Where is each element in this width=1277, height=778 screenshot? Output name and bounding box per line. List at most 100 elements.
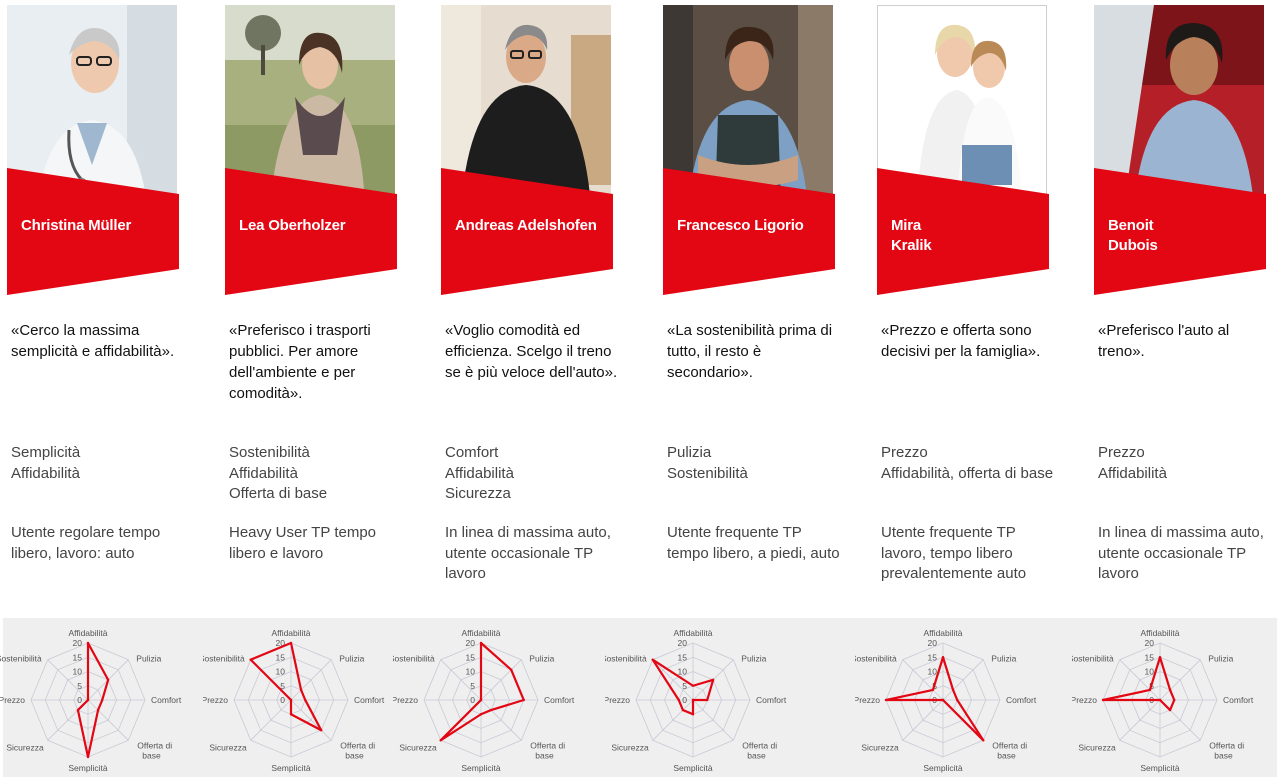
name-banner: Benoit Dubois	[1094, 168, 1266, 295]
radar-axis-label: Prezzo	[393, 695, 418, 705]
radar-point	[320, 729, 323, 732]
persona-needs: Sostenibilità Affidabilità Offerta di ba…	[229, 444, 328, 502]
persona-name: Mira Kralik	[891, 217, 932, 254]
radar-svg: 20151050AffidabilitàPuliziaComfortOffert…	[855, 628, 1037, 773]
radar-axis-label: Semplicità	[271, 763, 310, 773]
persona-quote: «Voglio comodità ed efficienza. Scelgo i…	[445, 322, 618, 381]
radar-axis-label: Prezzo	[0, 695, 25, 705]
radar-series-line	[249, 641, 323, 732]
persona-quote: «Preferisco l'auto al treno».	[1098, 322, 1230, 360]
radar-point	[86, 755, 90, 759]
radar-point	[479, 641, 483, 645]
name-banner: Christina Müller	[7, 168, 179, 295]
persona-quote: «Preferisco i trasporti pubblici. Per am…	[229, 322, 371, 402]
radar-tick-label: 0	[682, 695, 687, 705]
persona-needs: Comfort Affidabilità Sicurezza	[445, 444, 514, 502]
persona-card: Francesco Ligorio «La sostenibilità prim…	[663, 0, 863, 610]
radar-tick-label: 20	[928, 638, 938, 648]
radar-axis-label: Pulizia	[741, 654, 766, 664]
radar-axis-label: Sicurezza	[611, 742, 649, 752]
persona-usage: Utente frequente TP tempo libero, a pied…	[667, 524, 840, 562]
radar-point	[1168, 688, 1172, 692]
radar-axis-label: Sostenibilità	[605, 654, 647, 664]
radar-chart: 20 15 10 5 0 Affidabilità Pulizia Comfort Offert…	[0, 618, 210, 777]
radar-point	[522, 698, 525, 702]
radar-point	[86, 698, 90, 702]
radar-point	[651, 658, 654, 661]
radar-axis-label: Prezzo	[855, 695, 880, 705]
radar-tick-label: 10	[466, 667, 476, 677]
persona-usage: Utente regolare tempo libero, lavoro: au…	[11, 524, 161, 562]
radar-axis-label: Semplicità	[1140, 763, 1179, 773]
radar-tick-label: 15	[276, 652, 286, 662]
radar-svg: 20151050AffidabilitàPuliziaComfortOffert…	[393, 628, 575, 773]
radar-tick-label: 0	[470, 695, 475, 705]
radar-axis-label: Comfort	[756, 695, 787, 705]
radar-axis-label: Sicurezza	[6, 742, 44, 752]
radar-tick-label: 0	[280, 695, 285, 705]
radar-tick-label: 15	[466, 652, 476, 662]
radar-axis-label: Pulizia	[136, 654, 161, 664]
persona-name: Benoit Dubois	[1108, 217, 1158, 254]
radar-point	[479, 698, 483, 702]
radar-tick-label: 0	[77, 695, 82, 705]
radar-tick-label: 15	[1145, 652, 1155, 662]
radar-point	[691, 698, 695, 702]
radar-chart: 20 15 10 5 0 Affidabilità Pulizia Comfort Offert…	[393, 618, 603, 777]
radar-axis-label: Pulizia	[1208, 654, 1233, 664]
radar-point	[96, 708, 100, 712]
radar-axis-label: Semplicità	[923, 763, 962, 773]
radar-svg: 20151050AffidabilitàPuliziaComfortOffert…	[1072, 628, 1254, 773]
radar-point	[479, 713, 483, 716]
radar-point	[1158, 656, 1162, 659]
radar-point	[691, 713, 695, 716]
persona-card: Andreas Adelshofen «Voglio comodità ed e…	[441, 0, 641, 610]
radar-axis-label: Prezzo	[203, 695, 228, 705]
radar-point	[289, 713, 293, 716]
persona-needs: Pulizia Sostenibilità	[667, 444, 748, 482]
persona-name: Francesco Ligorio	[677, 217, 804, 234]
radar-point	[106, 678, 110, 682]
radar-axis-label: Sicurezza	[1078, 742, 1116, 752]
radar-point	[982, 739, 985, 742]
persona-quote: «La sostenibilità prima di tutto, il res…	[667, 322, 833, 381]
radar-point	[489, 708, 493, 712]
radar-axis-label: Sostenibilità	[855, 654, 897, 664]
radar-tick-label: 15	[928, 652, 938, 662]
radar-tick-label: 5	[77, 681, 82, 691]
radar-chart: 20 15 10 5 0 Affidabilità Pulizia Comfort Offert…	[855, 618, 1065, 777]
persona-name: Lea Oberholzer	[239, 217, 346, 234]
radar-axis-label: Semplicità	[461, 763, 500, 773]
persona-usage: Utente frequente TP lavoro, tempo libero…	[881, 524, 1027, 582]
radar-point	[76, 708, 80, 712]
persona-card: Mira Kralik «Prezzo e offerta sono decis…	[877, 0, 1077, 610]
radar-axis-label: Pulizia	[991, 654, 1016, 664]
radar-tick-label: 10	[1145, 667, 1155, 677]
radar-point	[1158, 698, 1162, 702]
radar-axis-label: Affidabilità	[1140, 628, 1179, 638]
radar-axis-label: Comfort	[151, 695, 182, 705]
radar-tick-label: 20	[1145, 638, 1155, 648]
radar-tick-label: 5	[470, 681, 475, 691]
radar-axis-label: Offerta di base	[742, 740, 777, 760]
radar-axis-label: Comfort	[354, 695, 385, 705]
radar-axis-label: Sicurezza	[861, 742, 899, 752]
radar-axis-label: Affidabilità	[271, 628, 310, 638]
persona-quote: «Prezzo e offerta sono decisivi per la f…	[881, 322, 1041, 360]
radar-axis-label: Sostenibilità	[203, 654, 245, 664]
radar-point	[941, 656, 945, 659]
radar-point	[941, 698, 945, 702]
radar-axis-label: Comfort	[1006, 695, 1037, 705]
persona-name: Andreas Adelshofen	[455, 217, 597, 234]
radar-tick-label: 10	[928, 667, 938, 677]
radar-axis-label: Pulizia	[339, 654, 364, 664]
persona-usage: In linea di massima auto, utente occasio…	[1098, 524, 1264, 582]
radar-svg: 20151050AffidabilitàPuliziaComfortOffert…	[605, 628, 787, 773]
radar-tick-label: 15	[73, 652, 83, 662]
radar-axis-label: Comfort	[544, 695, 575, 705]
name-banner: Lea Oberholzer	[225, 168, 397, 295]
radar-axis-label: Sicurezza	[209, 742, 247, 752]
radar-point	[1168, 708, 1172, 712]
radar-chart: 20 15 10 5 0 Affidabilità Pulizia Comfort Offert…	[1072, 618, 1277, 777]
radar-svg: 20151050AffidabilitàPuliziaComfortOffert…	[0, 628, 182, 773]
